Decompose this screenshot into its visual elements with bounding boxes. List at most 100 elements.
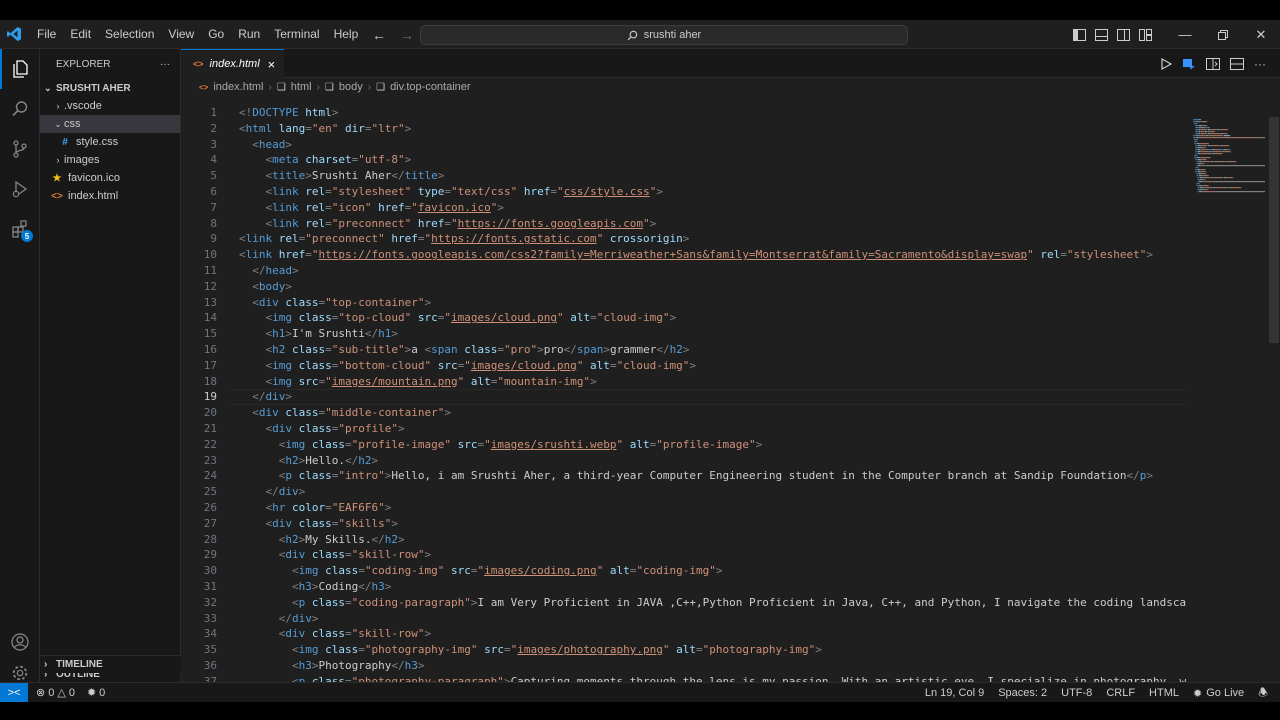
accounts-icon[interactable]: [0, 622, 40, 662]
restore-icon[interactable]: [1204, 29, 1242, 40]
code-line[interactable]: </div>: [239, 611, 319, 627]
live-preview-icon[interactable]: [1182, 58, 1196, 70]
split-editor-icon[interactable]: [1230, 57, 1244, 70]
toggle-primary-sidebar-icon[interactable]: [1068, 28, 1090, 41]
indentation[interactable]: Spaces: 2: [998, 687, 1047, 699]
tree-item-css[interactable]: ⌄ css: [40, 115, 180, 133]
code-editor[interactable]: 1 <!DOCTYPE html> 2 <html lang="en" dir="lt…: [181, 97, 1187, 684]
problems-indicator[interactable]: ⊗ 0 △ 0: [36, 686, 75, 700]
menu-file[interactable]: File: [30, 20, 63, 49]
forward-arrow-icon[interactable]: →: [400, 27, 414, 43]
code-line[interactable]: <img class="coding-img" src="images/codi…: [239, 563, 723, 579]
code-line[interactable]: <hr color="EAF6F6">: [239, 500, 391, 516]
tree-item-vscode[interactable]: › .vscode: [40, 97, 180, 115]
menu-run[interactable]: Run: [231, 20, 267, 49]
minimap-line: [1196, 175, 1197, 177]
line-number: 13: [203, 295, 217, 309]
code-line[interactable]: <meta charset="utf-8">: [239, 152, 411, 168]
code-line[interactable]: <h3>Photography</h3>: [239, 658, 425, 674]
more-actions-icon[interactable]: ···: [160, 59, 170, 70]
code-line[interactable]: <div class="top-container">: [239, 295, 431, 311]
code-line[interactable]: <div class="profile">: [239, 421, 404, 437]
remote-indicator-icon[interactable]: ><: [0, 682, 28, 703]
minimap-line: [1210, 157, 1211, 159]
end-of-line[interactable]: CRLF: [1106, 687, 1135, 699]
code-line[interactable]: <div class="middle-container">: [239, 405, 451, 421]
menu-terminal[interactable]: Terminal: [267, 20, 326, 49]
command-center-search[interactable]: srushti aher: [420, 25, 908, 45]
code-line[interactable]: <h3>Coding</h3>: [239, 579, 391, 595]
tab-index-html[interactable]: <> index.html ×: [181, 49, 284, 78]
ports-indicator[interactable]: ✹ 0: [87, 686, 105, 700]
close-window-icon[interactable]: ✕: [1242, 27, 1280, 43]
code-line[interactable]: </div>: [239, 484, 305, 500]
code-line[interactable]: <h2>My Skills.</h2>: [239, 532, 405, 548]
code-line[interactable]: <link rel="preconnect" href="https://fon…: [239, 231, 689, 247]
tree-item-style-css[interactable]: # style.css: [40, 133, 180, 151]
code-line[interactable]: <html lang="en" dir="ltr">: [239, 121, 411, 137]
bell-icon[interactable]: 🕭: [1258, 684, 1268, 703]
code-line[interactable]: <img class="profile-image" src="images/s…: [239, 437, 763, 453]
code-line[interactable]: <p class="coding-paragraph">I am Very Pr…: [239, 595, 1187, 611]
explorer-icon[interactable]: [0, 49, 40, 89]
code-line[interactable]: <p class="intro">Hello, i am Srushti Ahe…: [239, 468, 1153, 484]
menu-selection[interactable]: Selection: [98, 20, 161, 49]
minimap-line: [1193, 135, 1196, 137]
menu-help[interactable]: Help: [327, 20, 366, 49]
menu-go[interactable]: Go: [201, 20, 231, 49]
toggle-panel-icon[interactable]: [1090, 28, 1112, 41]
search-icon[interactable]: [0, 89, 40, 129]
customize-layout-icon[interactable]: [1134, 28, 1156, 41]
breadcrumb-item[interactable]: index.html: [213, 81, 263, 93]
tree-item-images[interactable]: › images: [40, 151, 180, 169]
code-line[interactable]: <link href="https://fonts.googleapis.com…: [239, 247, 1153, 263]
menu-edit[interactable]: Edit: [63, 20, 98, 49]
minimap-line: [1200, 151, 1202, 153]
code-line[interactable]: <div class="skills">: [239, 516, 398, 532]
cursor-position[interactable]: Ln 19, Col 9: [925, 687, 984, 699]
open-changes-icon[interactable]: [1206, 57, 1220, 70]
toggle-secondary-sidebar-icon[interactable]: [1112, 28, 1134, 41]
code-line[interactable]: <link rel="preconnect" href="https://fon…: [239, 216, 656, 232]
tree-item-favicon[interactable]: ★ favicon.ico: [40, 169, 180, 187]
code-line[interactable]: </div>: [239, 389, 292, 405]
code-line[interactable]: <img class="photography-img" src="images…: [239, 642, 822, 658]
run-debug-icon[interactable]: [0, 169, 40, 209]
tree-item-index-html[interactable]: <> index.html: [40, 187, 180, 205]
extensions-icon[interactable]: 5: [0, 209, 40, 249]
code-line[interactable]: <h1>I'm Srushti</h1>: [239, 326, 398, 342]
language-mode[interactable]: HTML: [1149, 687, 1179, 699]
code-line[interactable]: <div class="skill-row">: [239, 547, 431, 563]
timeline-section[interactable]: › TIMELINE: [40, 655, 181, 673]
breadcrumb-item[interactable]: div.top-container: [390, 81, 471, 93]
code-line[interactable]: <div class="skill-row">: [239, 626, 431, 642]
more-actions-icon[interactable]: ···: [1254, 57, 1266, 71]
code-line[interactable]: <img class="bottom-cloud" src="images/cl…: [239, 358, 696, 374]
code-line[interactable]: <!DOCTYPE html>: [239, 105, 338, 121]
menu-view[interactable]: View: [161, 20, 201, 49]
close-tab-icon[interactable]: ×: [268, 57, 276, 72]
code-line[interactable]: </head>: [239, 263, 298, 279]
code-line[interactable]: <body>: [239, 279, 292, 295]
code-line[interactable]: <link rel="stylesheet" type="text/css" h…: [239, 184, 662, 200]
run-icon[interactable]: [1160, 57, 1172, 70]
code-line[interactable]: <head>: [239, 137, 292, 153]
manage-gear-icon[interactable]: [0, 662, 40, 684]
minimap-line: [1200, 165, 1202, 167]
minimize-icon[interactable]: —: [1166, 27, 1204, 42]
breadcrumb-item[interactable]: html: [291, 81, 312, 93]
vertical-scrollbar[interactable]: [1269, 117, 1279, 343]
go-live-button[interactable]: ✹ Go Live: [1193, 687, 1244, 700]
encoding[interactable]: UTF-8: [1061, 687, 1092, 699]
breadcrumb-item[interactable]: body: [339, 81, 363, 93]
source-control-icon[interactable]: [0, 129, 40, 169]
minimap[interactable]: [1191, 117, 1271, 197]
code-line[interactable]: <h2>Hello.</h2>: [239, 453, 378, 469]
back-arrow-icon[interactable]: ←: [372, 27, 386, 43]
code-line[interactable]: <h2 class="sub-title">a <span class="pro…: [239, 342, 689, 358]
code-line[interactable]: <link rel="icon" href="favicon.ico">: [239, 200, 504, 216]
workspace-root-folder[interactable]: ⌄ SRUSHTI AHER: [40, 79, 180, 97]
code-line[interactable]: <title>Srushti Aher</title>: [239, 168, 444, 184]
code-line[interactable]: <img src="images/mountain.png" alt="moun…: [239, 374, 596, 390]
code-line[interactable]: <img class="top-cloud" src="images/cloud…: [239, 310, 676, 326]
